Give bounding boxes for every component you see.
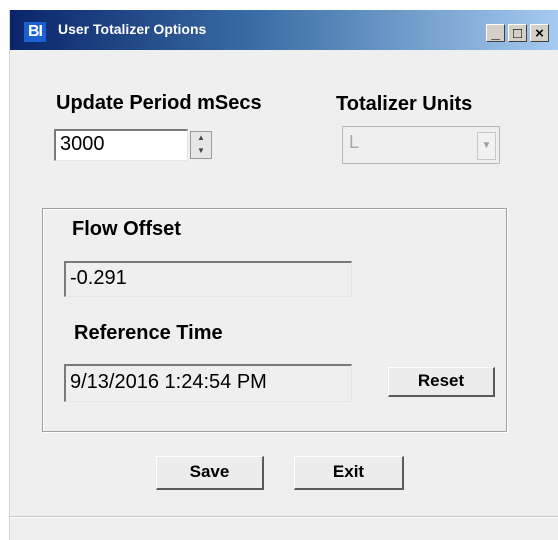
reference-time-field: 9/13/2016 1:24:54 PM bbox=[64, 364, 352, 402]
save-button[interactable]: Save bbox=[156, 456, 264, 490]
app-icon: BI bbox=[24, 22, 46, 42]
totalizer-units-value: L bbox=[349, 132, 360, 152]
update-period-input[interactable]: 3000 bbox=[54, 129, 188, 161]
exit-button[interactable]: Exit bbox=[294, 456, 404, 490]
totalizer-units-label: Totalizer Units bbox=[336, 93, 473, 115]
maximize-button[interactable]: □ bbox=[508, 24, 527, 42]
reference-time-label: Reference Time bbox=[74, 322, 223, 344]
reset-button[interactable]: Reset bbox=[388, 367, 495, 397]
title-bar[interactable]: BI User Totalizer Options _ □ × bbox=[10, 10, 558, 50]
spin-up-icon[interactable]: ▲ bbox=[191, 132, 211, 145]
update-period-spinner[interactable]: ▲ ▼ bbox=[190, 131, 212, 159]
spin-down-icon[interactable]: ▼ bbox=[191, 145, 211, 158]
window-title: User Totalizer Options bbox=[58, 21, 207, 37]
bottom-divider bbox=[10, 516, 558, 518]
dropdown-arrow-icon: ▼ bbox=[477, 132, 496, 160]
flow-offset-label: Flow Offset bbox=[72, 218, 181, 240]
minimize-button[interactable]: _ bbox=[486, 24, 505, 42]
flow-offset-field: -0.291 bbox=[64, 261, 352, 297]
totalizer-units-select: L ▼ bbox=[342, 126, 500, 164]
totalizer-options-window: BI User Totalizer Options _ □ × Update P… bbox=[10, 10, 558, 540]
close-button[interactable]: × bbox=[530, 24, 549, 42]
update-period-label: Update Period mSecs bbox=[56, 92, 262, 114]
